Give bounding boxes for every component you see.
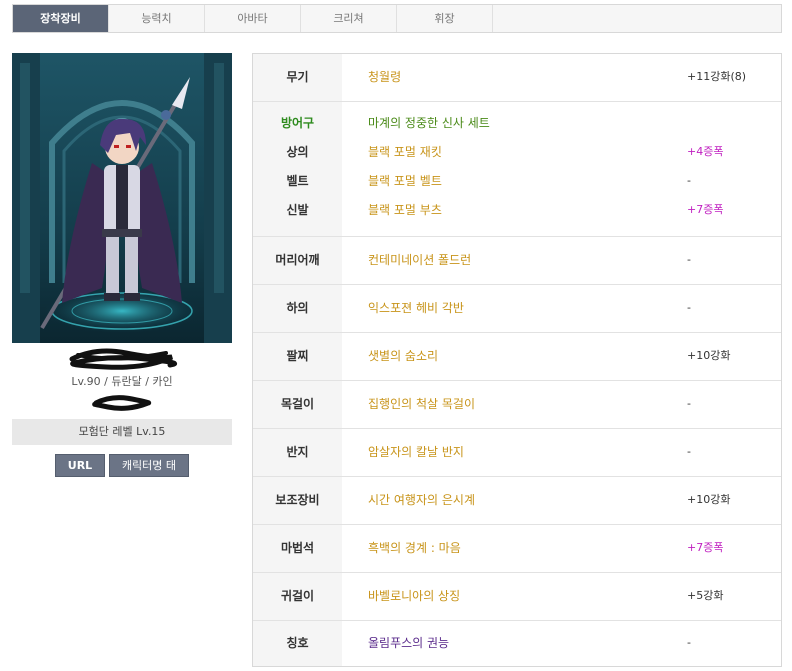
item-name[interactable]: 블랙 포멀 벨트 bbox=[368, 171, 668, 191]
item-enhance: - bbox=[687, 174, 691, 187]
slot-label: 보조장비 bbox=[275, 493, 320, 507]
item-enhance: - bbox=[687, 445, 691, 458]
tab-avatar[interactable]: 아바타 bbox=[205, 5, 301, 32]
slot-label: 벨트 bbox=[286, 174, 309, 188]
equipment-row-armor: 방어구 마계의 정중한 신사 세트 상의 블랙 포멀 재킷 +4증폭 벨트 블랙… bbox=[253, 102, 781, 237]
slot-label: 칭호 bbox=[286, 636, 309, 650]
slot-label: 하의 bbox=[286, 301, 309, 315]
adventure-level-box: 모험단 레벨 Lv.15 bbox=[12, 419, 232, 445]
slot-label: 머리어깨 bbox=[275, 253, 320, 267]
slot-label: 무기 bbox=[286, 70, 309, 84]
tab-stats[interactable]: 능력치 bbox=[109, 5, 205, 32]
item-name[interactable]: 블랙 포멀 재킷 bbox=[368, 142, 668, 162]
equipment-row-support: 보조장비 시간 여행자의 은시계 +10강화 bbox=[253, 477, 781, 525]
slot-label: 귀걸이 bbox=[280, 589, 315, 603]
item-name[interactable]: 암살자의 칼날 반지 bbox=[368, 442, 668, 462]
item-enhance: +7증폭 bbox=[687, 541, 724, 554]
item-enhance: - bbox=[687, 397, 691, 410]
character-level-job-server: Lv.90 / 듀란달 / 카인 bbox=[71, 375, 173, 388]
item-enhance: +5강화 bbox=[687, 589, 724, 602]
slot-label: 팔찌 bbox=[286, 349, 309, 363]
tab-creature[interactable]: 크리쳐 bbox=[301, 5, 397, 32]
equipment-tabs: 장착장비 능력치 아바타 크리쳐 휘장 bbox=[12, 4, 782, 33]
item-name[interactable]: 블랙 포멀 부츠 bbox=[368, 200, 668, 220]
item-enhance: +10강화 bbox=[687, 493, 731, 506]
tab-emblem[interactable]: 휘장 bbox=[397, 5, 493, 32]
item-enhance: - bbox=[687, 301, 691, 314]
equipment-row-weapon: 무기 청월령 +11강화(8) bbox=[253, 54, 781, 102]
equipment-table: 무기 청월령 +11강화(8) 방어구 마계의 정중한 신사 세트 상의 블랙 … bbox=[252, 53, 782, 667]
item-name[interactable]: 시간 여행자의 은시계 bbox=[368, 490, 668, 510]
item-name[interactable]: 집행인의 척살 목걸이 bbox=[368, 394, 668, 414]
slot-label: 신발 bbox=[286, 203, 309, 217]
slot-label: 반지 bbox=[286, 445, 309, 459]
item-enhance: +11강화(8) bbox=[687, 70, 747, 83]
item-name[interactable]: 샛별의 숨소리 bbox=[368, 346, 668, 366]
equipment-row-ring: 반지 암살자의 칼날 반지 - bbox=[253, 429, 781, 477]
item-enhance: +7증폭 bbox=[687, 203, 724, 216]
character-action-buttons: URL 캐릭터명 태그 bbox=[55, 454, 189, 493]
item-name[interactable]: 올림푸스의 권능 bbox=[368, 633, 668, 653]
equipment-row-bracelet: 팔찌 샛별의 숨소리 +10강화 bbox=[253, 333, 781, 381]
item-name[interactable]: 바벨로니아의 상징 bbox=[368, 586, 668, 606]
equipment-row-title: 칭호 올림푸스의 권능 - bbox=[253, 621, 781, 666]
equipment-row-necklace: 목걸이 집행인의 척살 목걸이 - bbox=[253, 381, 781, 429]
item-name[interactable]: 흑백의 경계 : 마음 bbox=[368, 538, 668, 558]
character-portrait bbox=[12, 53, 232, 343]
item-enhance: - bbox=[687, 253, 691, 266]
url-button[interactable]: URL bbox=[55, 454, 105, 477]
item-name[interactable]: 컨테미네이션 폴드런 bbox=[368, 250, 668, 270]
slot-label: 상의 bbox=[286, 145, 309, 159]
slot-label-armor: 방어구 bbox=[280, 116, 315, 130]
item-name[interactable]: 청월령 bbox=[368, 67, 668, 87]
item-enhance: +4증폭 bbox=[687, 145, 724, 158]
redacted-guild-scribble bbox=[92, 395, 152, 411]
item-enhance: - bbox=[687, 636, 691, 649]
tab-equipment[interactable]: 장착장비 bbox=[13, 5, 109, 32]
slot-label: 마법석 bbox=[280, 541, 315, 555]
item-enhance: +10강화 bbox=[687, 349, 731, 362]
slot-label: 목걸이 bbox=[280, 397, 315, 411]
equipment-row-magic-stone: 마법석 흑백의 경계 : 마음 +7증폭 bbox=[253, 525, 781, 573]
item-name[interactable]: 익스포젼 헤비 각반 bbox=[368, 298, 668, 318]
equipment-row-earring: 귀걸이 바벨로니아의 상징 +5강화 bbox=[253, 573, 781, 621]
character-tag-button[interactable]: 캐릭터명 태그 bbox=[109, 454, 189, 493]
redacted-name-scribble bbox=[69, 348, 177, 370]
armor-set-name[interactable]: 마계의 정중한 신사 세트 bbox=[368, 113, 668, 133]
equipment-row-bottom: 하의 익스포젼 헤비 각반 - bbox=[253, 285, 781, 333]
equipment-row-shoulder: 머리어깨 컨테미네이션 폴드런 - bbox=[253, 237, 781, 285]
